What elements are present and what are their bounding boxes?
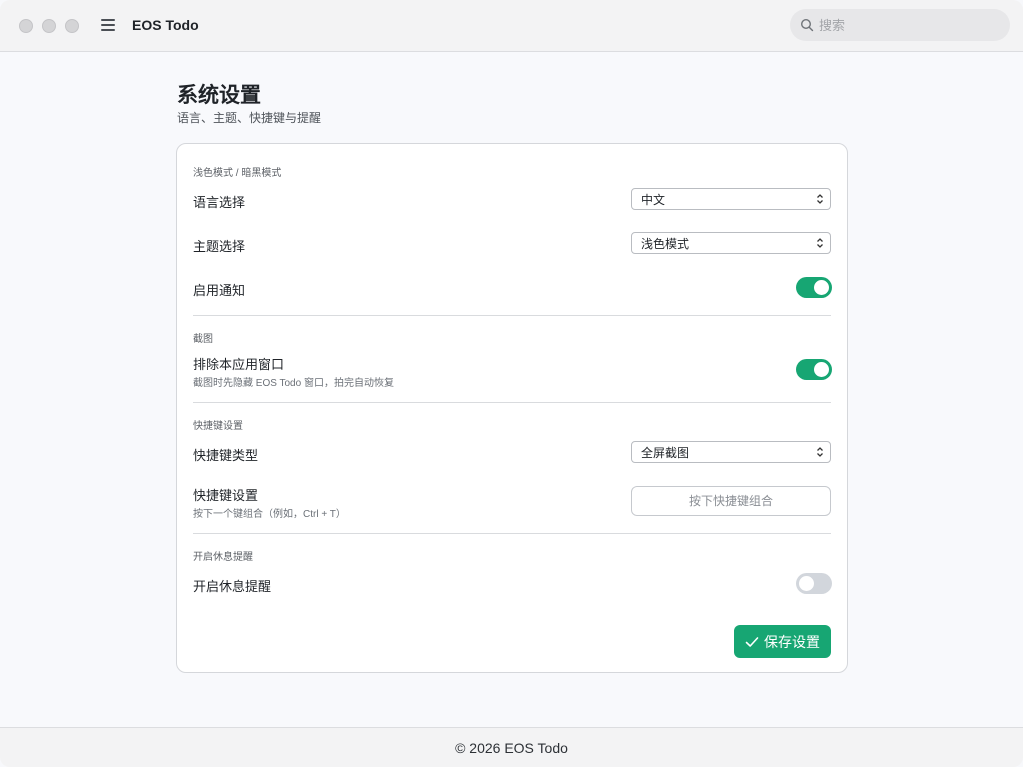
hotkey-setting-label: 快捷键设置	[193, 488, 259, 503]
hotkey-input[interactable]	[631, 486, 831, 516]
select-arrows-icon	[817, 194, 823, 204]
theme-select-value: 浅色模式	[641, 236, 690, 251]
search-box[interactable]	[790, 9, 1010, 41]
section-label-screenshot: 截图	[193, 334, 213, 345]
language-label: 语言选择	[193, 195, 246, 210]
zoom-window-button[interactable]	[65, 19, 79, 33]
toggle-knob	[814, 280, 829, 295]
theme-select[interactable]: 浅色模式	[631, 232, 831, 254]
page-title: 系统设置	[177, 84, 261, 107]
app-window: EOS Todo 系统设置 语言、主题、快捷键与提醒 浅色模式 / 暗黑模式 语…	[0, 0, 1023, 767]
check-icon	[745, 636, 759, 647]
divider	[193, 533, 831, 534]
hotkey-setting-description: 按下一个键组合（例如，Ctrl + T）	[193, 509, 346, 520]
exclude-window-toggle[interactable]	[796, 359, 832, 380]
search-input[interactable]	[819, 17, 999, 33]
save-settings-label: 保存设置	[764, 633, 820, 650]
exclude-window-description: 截图时先隐藏 EOS Todo 窗口，拍完自动恢复	[193, 378, 394, 389]
hotkey-type-select-value: 全屏截图	[641, 445, 690, 460]
search-icon	[800, 18, 814, 32]
language-select-value: 中文	[641, 192, 666, 207]
theme-label: 主题选择	[193, 239, 246, 254]
select-arrows-icon	[817, 447, 823, 457]
close-window-button[interactable]	[19, 19, 33, 33]
divider	[193, 402, 831, 403]
divider	[193, 315, 831, 316]
section-label-appearance: 浅色模式 / 暗黑模式	[193, 168, 282, 179]
language-select[interactable]: 中文	[631, 188, 831, 210]
select-arrows-icon	[817, 238, 823, 248]
minimize-window-button[interactable]	[42, 19, 56, 33]
rest-reminder-label: 开启休息提醒	[193, 579, 272, 594]
page-subtitle: 语言、主题、快捷键与提醒	[177, 111, 322, 125]
hotkey-type-select[interactable]: 全屏截图	[631, 441, 831, 463]
app-title: EOS Todo	[132, 17, 199, 33]
settings-card: 浅色模式 / 暗黑模式 语言选择 中文 主题选择 浅色模式 启用通知 截图 排除…	[176, 143, 848, 673]
section-label-hotkey: 快捷键设置	[193, 421, 243, 432]
toggle-knob	[799, 576, 814, 591]
hotkey-type-label: 快捷键类型	[193, 448, 259, 463]
notify-label: 启用通知	[193, 283, 246, 298]
footer: © 2026 EOS Todo	[0, 727, 1023, 767]
save-settings-button[interactable]: 保存设置	[734, 625, 831, 658]
exclude-window-label: 排除本应用窗口	[193, 357, 285, 372]
section-label-rest: 开启休息提醒	[193, 552, 253, 563]
footer-copyright: © 2026 EOS Todo	[455, 739, 568, 756]
title-bar: EOS Todo	[0, 0, 1023, 52]
notify-toggle[interactable]	[796, 277, 832, 298]
toggle-knob	[814, 362, 829, 377]
hamburger-menu-icon[interactable]	[99, 17, 117, 33]
rest-reminder-toggle[interactable]	[796, 573, 832, 594]
